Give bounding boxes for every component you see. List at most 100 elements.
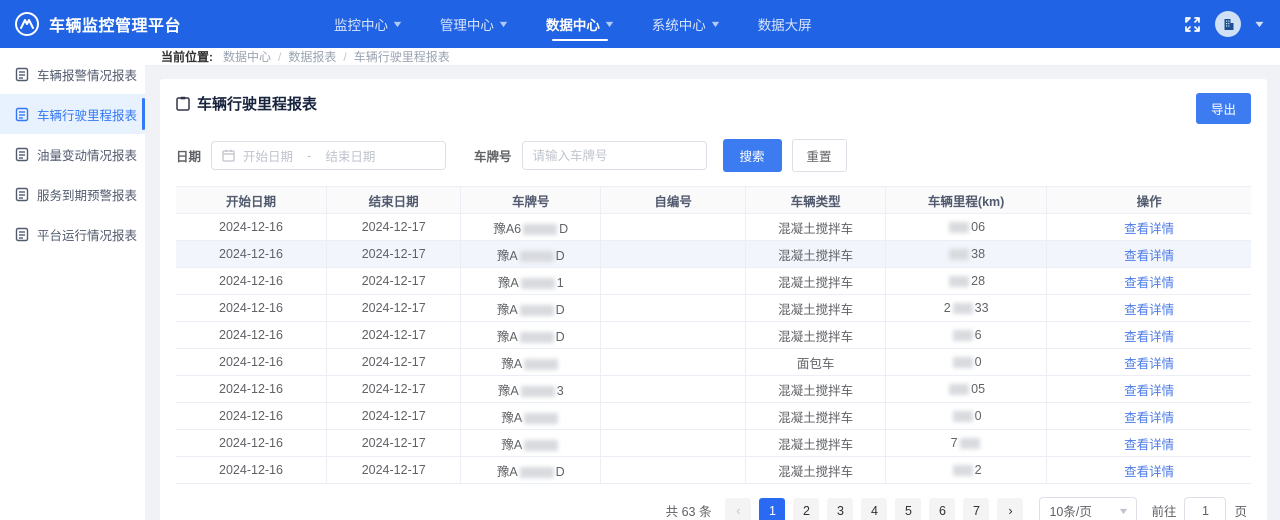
nav-item-1[interactable]: 监控中心 ▼ — [334, 0, 404, 48]
sidebar-item-4[interactable]: 服务到期预警报表 — [0, 174, 145, 214]
nav-item-4[interactable]: 系统中心 ▼ — [652, 0, 722, 48]
reset-button[interactable]: 重置 — [791, 139, 847, 172]
jump-page-input[interactable] — [1184, 497, 1227, 520]
cell-vehicle-type: 混凝土搅拌车 — [745, 456, 886, 484]
cell-end-date: 2024-12-17 — [326, 213, 462, 241]
user-menu-caret-icon[interactable]: ▼ — [1253, 19, 1266, 29]
page-button-4[interactable]: 4 — [861, 497, 888, 520]
cell-start-date: 2024-12-16 — [176, 321, 327, 349]
table-row: 2024-12-16 2024-12-17 豫A 3 混凝土搅拌车 05 查看详情 — [176, 375, 1251, 403]
sidebar-item-label: 车辆报警情况报表 — [37, 68, 138, 83]
redacted-text — [959, 438, 980, 450]
chevron-down-icon: ▼ — [497, 19, 510, 29]
header-right: ▼ — [1184, 11, 1266, 37]
nav-item-5[interactable]: 数据大屏 — [758, 0, 812, 48]
sidebar-item-label: 车辆行驶里程报表 — [37, 108, 138, 123]
plate-input[interactable] — [521, 141, 707, 170]
cell-mileage: 7 — [885, 429, 1048, 457]
cell-end-date: 2024-12-17 — [326, 240, 462, 268]
page-button-3[interactable]: 3 — [827, 497, 854, 520]
redacted-text — [519, 250, 554, 262]
jump-suffix-label: 页 — [1234, 505, 1247, 519]
plate-filter-label: 车牌号 — [474, 150, 512, 164]
view-details-link[interactable]: 查看详情 — [1124, 303, 1174, 317]
redacted-text — [952, 411, 973, 423]
cell-vehicle-type: 混凝土搅拌车 — [745, 240, 886, 268]
table-row: 2024-12-16 2024-12-17 豫A 1 混凝土搅拌车 28 查看详情 — [176, 267, 1251, 295]
view-details-link[interactable]: 查看详情 — [1124, 384, 1174, 398]
page-button-2[interactable]: 2 — [793, 497, 820, 520]
sidebar-item-3[interactable]: 油量变动情况报表 — [0, 134, 145, 174]
top-nav: 监控中心 ▼ 管理中心 ▼ 数据中心 ▼ 系统中心 ▼ 数据大屏 — [334, 0, 1184, 48]
search-button[interactable]: 搜索 — [722, 139, 782, 172]
column-header: 开始日期 — [176, 186, 327, 214]
view-details-link[interactable]: 查看详情 — [1124, 411, 1174, 425]
date-filter-label: 日期 — [176, 150, 202, 164]
export-button[interactable]: 导出 — [1195, 93, 1251, 124]
page-size-select[interactable]: 10条/页 ▼ — [1039, 497, 1138, 520]
prev-page-button[interactable]: ‹ — [725, 497, 752, 520]
table-row: 2024-12-16 2024-12-17 豫A 混凝土搅拌车 7 查看详情 — [176, 429, 1251, 457]
cell-plate: 豫A — [460, 402, 602, 430]
view-details-link[interactable]: 查看详情 — [1124, 438, 1174, 452]
sidebar-item-1[interactable]: 车辆报警情况报表 — [0, 54, 145, 94]
breadcrumb-item-2[interactable]: 数据报表 — [288, 50, 336, 64]
breadcrumb: 当前位置: 数据中心 / 数据报表 / 车辆行驶里程报表 — [145, 48, 1280, 66]
fullscreen-icon[interactable] — [1184, 16, 1201, 33]
breadcrumb-separator: / — [278, 50, 282, 64]
redacted-text — [524, 358, 559, 370]
nav-item-3[interactable]: 数据中心 ▼ — [546, 0, 616, 48]
cell-action: 查看详情 — [1046, 213, 1251, 241]
redacted-text — [523, 223, 558, 235]
cell-serial — [600, 240, 747, 268]
redacted-text — [519, 331, 554, 343]
page-button-1[interactable]: 1 — [759, 497, 786, 520]
column-header: 车牌号 — [460, 186, 602, 214]
cell-serial — [600, 402, 747, 430]
column-header: 操作 — [1046, 186, 1251, 214]
sidebar-item-5[interactable]: 平台运行情况报表 — [0, 214, 145, 254]
cell-serial — [600, 294, 747, 322]
cell-end-date: 2024-12-17 — [326, 402, 462, 430]
redacted-text — [949, 276, 970, 288]
redacted-text — [524, 412, 559, 424]
page-button-7[interactable]: 7 — [963, 497, 990, 520]
cell-start-date: 2024-12-16 — [176, 348, 327, 376]
date-start-placeholder[interactable]: 开始日期 — [243, 146, 293, 165]
column-header: 结束日期 — [326, 186, 462, 214]
breadcrumb-item-3[interactable]: 车辆行驶里程报表 — [354, 50, 450, 64]
sidebar-item-2[interactable]: 车辆行驶里程报表 — [0, 94, 145, 134]
date-end-placeholder[interactable]: 结束日期 — [325, 146, 375, 165]
redacted-text — [952, 303, 973, 315]
redacted-text — [949, 222, 970, 234]
user-avatar[interactable] — [1215, 11, 1242, 37]
page-button-5[interactable]: 5 — [895, 497, 922, 520]
cell-end-date: 2024-12-17 — [326, 375, 462, 403]
date-range-picker[interactable]: 开始日期 - 结束日期 — [211, 141, 447, 170]
redacted-text — [519, 466, 554, 478]
view-details-link[interactable]: 查看详情 — [1124, 330, 1174, 344]
view-details-link[interactable]: 查看详情 — [1124, 249, 1174, 263]
view-details-link[interactable]: 查看详情 — [1124, 276, 1174, 290]
cell-plate: 豫A 1 — [460, 267, 602, 295]
page-button-6[interactable]: 6 — [929, 497, 956, 520]
view-details-link[interactable]: 查看详情 — [1124, 357, 1174, 371]
next-page-button[interactable]: › — [997, 497, 1024, 520]
cell-action: 查看详情 — [1046, 429, 1251, 457]
view-details-link[interactable]: 查看详情 — [1124, 222, 1174, 236]
cell-serial — [600, 429, 747, 457]
cell-end-date: 2024-12-17 — [326, 294, 462, 322]
clipboard-icon — [176, 96, 190, 111]
cell-action: 查看详情 — [1046, 240, 1251, 268]
cell-plate: 豫A D — [460, 321, 602, 349]
view-details-link[interactable]: 查看详情 — [1124, 465, 1174, 479]
cell-plate: 豫A D — [460, 294, 602, 322]
nav-item-2[interactable]: 管理中心 ▼ — [440, 0, 510, 48]
report-card: 车辆行驶里程报表 导出 日期 开始日期 - 结束日期 车牌号 请输入车牌号 搜索… — [160, 79, 1267, 520]
breadcrumb-item-1[interactable]: 数据中心 — [223, 50, 271, 64]
report-icon — [15, 147, 29, 162]
cell-start-date: 2024-12-16 — [176, 456, 327, 484]
cell-start-date: 2024-12-16 — [176, 375, 327, 403]
table-row: 2024-12-16 2024-12-17 豫A D 混凝土搅拌车 6 查看详情 — [176, 321, 1251, 349]
cell-serial — [600, 348, 747, 376]
